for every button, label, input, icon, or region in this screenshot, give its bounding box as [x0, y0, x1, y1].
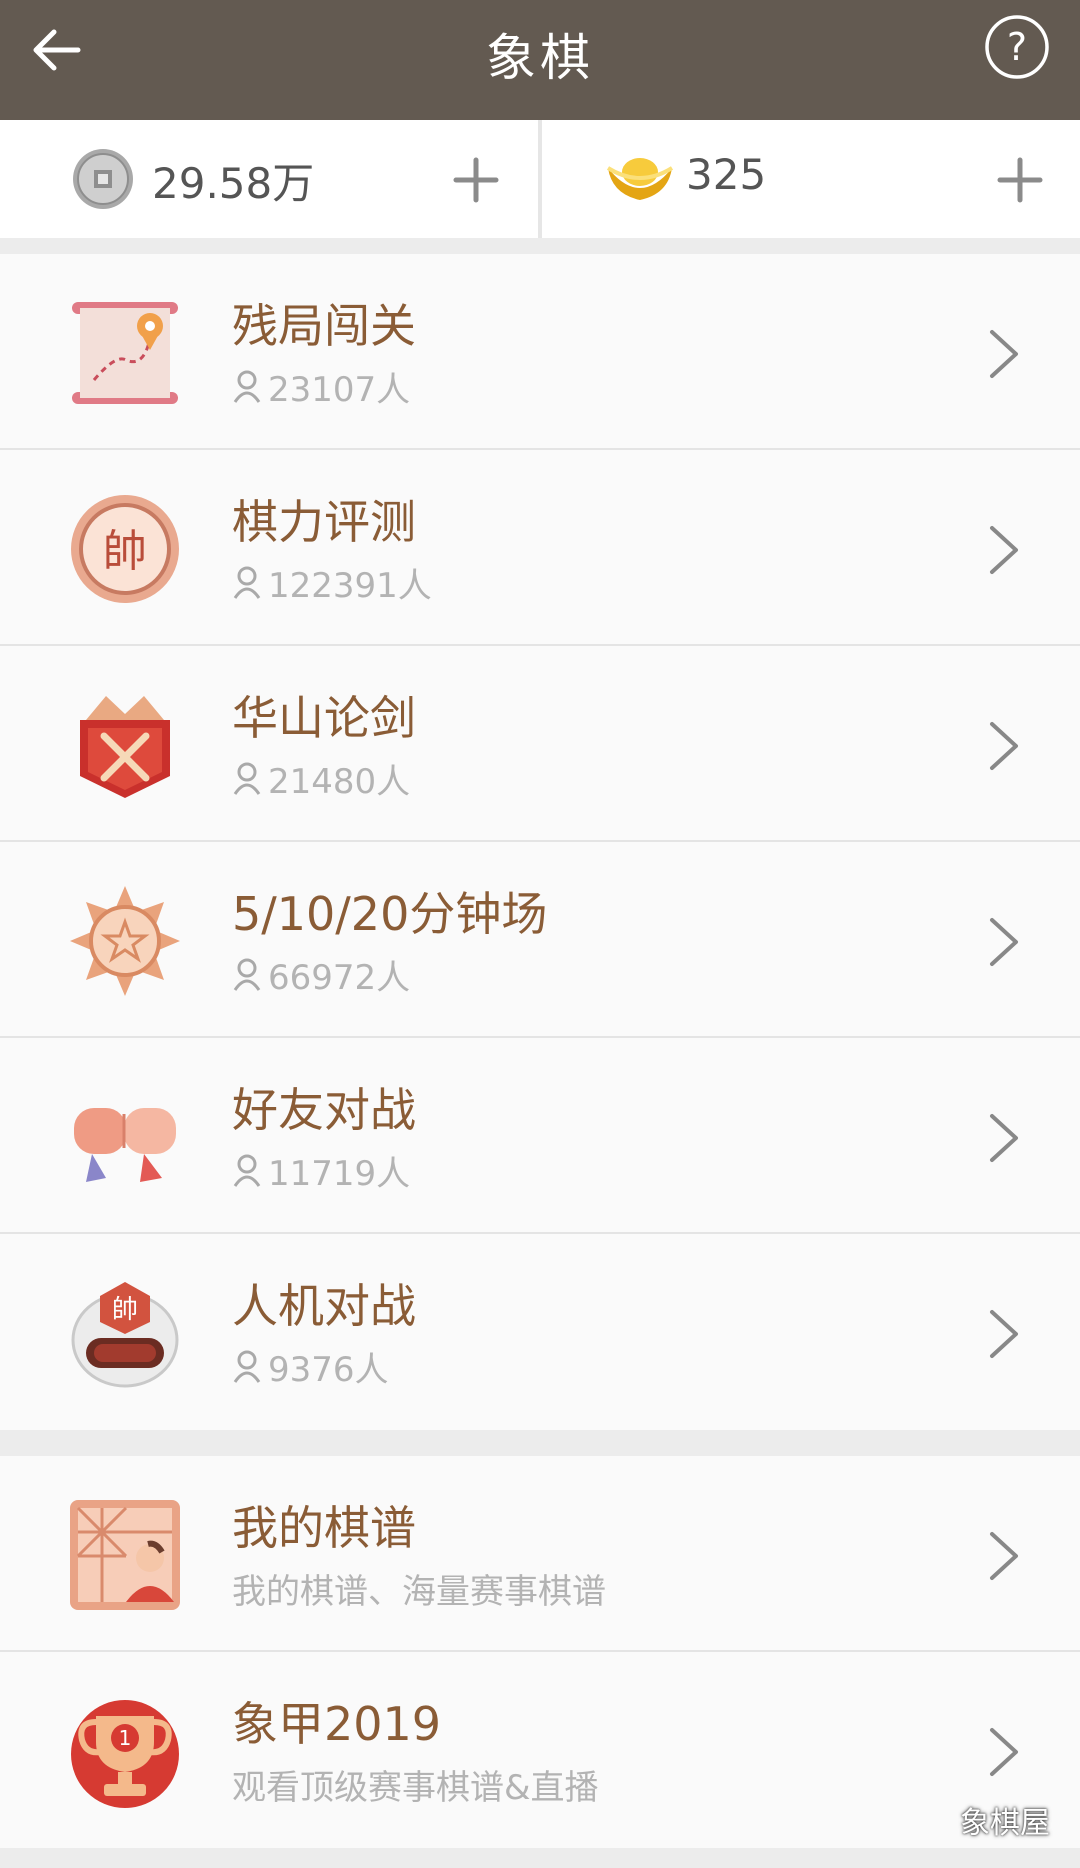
item-title: 华山论剑: [232, 691, 416, 745]
player-count-value: 11719人: [268, 1154, 411, 1194]
item-title: 5/10/20分钟场: [232, 887, 548, 941]
item-title: 人机对战: [232, 1279, 416, 1333]
player-count-value: 9376人: [268, 1350, 389, 1390]
svg-text:1: 1: [119, 1726, 132, 1750]
trophy-icon: 1: [71, 1700, 179, 1808]
coin-balance: 29.58万: [0, 120, 538, 238]
player-count-value: 122391人: [268, 566, 432, 606]
list-item-rating-test[interactable]: 帥 棋力评测 122391人: [0, 450, 1080, 646]
gold-ingot-icon: [606, 158, 674, 200]
page-title: 象棋: [486, 29, 594, 87]
item-description: 我的棋谱、海量赛事棋谱: [232, 1572, 606, 1612]
scroll-map-icon: [72, 302, 178, 404]
game-mode-list: 残局闯关 23107人 帥 棋力评测 122391人 华山论剑 21480人 5…: [0, 254, 1080, 1430]
robot-helmet-icon: 帥: [71, 1282, 179, 1388]
person-icon: [233, 370, 261, 403]
list-item-endgame[interactable]: 残局闯关 23107人: [0, 254, 1080, 450]
chevron-right-icon: [990, 1532, 1018, 1580]
coin-value: 29.58万: [152, 159, 315, 208]
svg-text:帥: 帥: [112, 1295, 138, 1325]
person-icon: [233, 958, 261, 991]
extras-list: 我的棋谱 我的棋谱、海量赛事棋谱 1 象甲2019 观看顶级赛事棋谱&直播: [0, 1456, 1080, 1848]
person-icon: [233, 762, 261, 795]
player-count: 11719人: [232, 1146, 410, 1195]
crossed-swords-shield-icon: [80, 696, 170, 798]
svg-text:?: ?: [1007, 25, 1027, 69]
item-description: 观看顶级赛事棋谱&直播: [232, 1768, 599, 1808]
watermark: 象棋屋: [960, 1806, 1050, 1841]
player-count-value: 21480人: [268, 762, 411, 802]
player-count: 21480人: [232, 754, 410, 803]
list-item-huashan[interactable]: 华山论剑 21480人: [0, 646, 1080, 842]
item-title: 好友对战: [232, 1083, 416, 1137]
ingot-value: 325: [686, 150, 767, 199]
currency-bar: 29.58万 325: [0, 120, 1080, 238]
item-title: 象甲2019: [232, 1697, 442, 1751]
shuai-piece-icon: 帥: [71, 495, 179, 603]
player-count: 9376人: [232, 1342, 389, 1391]
copper-coin-icon: [73, 149, 133, 209]
ingot-balance: 325: [542, 120, 1080, 238]
list-item-vs-computer[interactable]: 帥 人机对战 9376人: [0, 1234, 1080, 1430]
list-item-friend-battle[interactable]: 好友对战 11719人: [0, 1038, 1080, 1234]
top-bar: 象棋 ?: [0, 0, 1080, 120]
chess-record-icon: [70, 1500, 180, 1610]
chevron-right-icon: [990, 1114, 1018, 1162]
player-count: 66972人: [232, 950, 410, 999]
list-item-league-2019[interactable]: 1 象甲2019 观看顶级赛事棋谱&直播: [0, 1652, 1080, 1848]
chevron-right-icon: [990, 526, 1018, 574]
chevron-right-icon: [990, 330, 1018, 378]
svg-text:帥: 帥: [103, 526, 147, 577]
item-title: 残局闯关: [232, 299, 416, 353]
player-count: 23107人: [232, 362, 410, 411]
add-coins-button[interactable]: [452, 156, 500, 204]
player-count: 122391人: [232, 558, 432, 607]
item-title: 我的棋谱: [232, 1501, 416, 1555]
chevron-right-icon: [990, 1728, 1018, 1776]
question-circle-icon[interactable]: ?: [984, 14, 1050, 80]
list-item-timed-match[interactable]: 5/10/20分钟场 66972人: [0, 842, 1080, 1038]
item-title: 棋力评测: [232, 495, 416, 549]
chevron-right-icon: [990, 722, 1018, 770]
add-ingots-button[interactable]: [996, 156, 1044, 204]
star-medal-icon: [70, 886, 180, 996]
person-icon: [233, 1154, 261, 1187]
chevron-right-icon: [990, 1310, 1018, 1358]
player-count-value: 23107人: [268, 370, 411, 410]
fist-bump-icon: [74, 1108, 176, 1182]
chevron-right-icon: [990, 918, 1018, 966]
list-item-my-records[interactable]: 我的棋谱 我的棋谱、海量赛事棋谱: [0, 1456, 1080, 1652]
player-count-value: 66972人: [268, 958, 411, 998]
person-icon: [233, 1350, 261, 1383]
person-icon: [233, 566, 261, 599]
